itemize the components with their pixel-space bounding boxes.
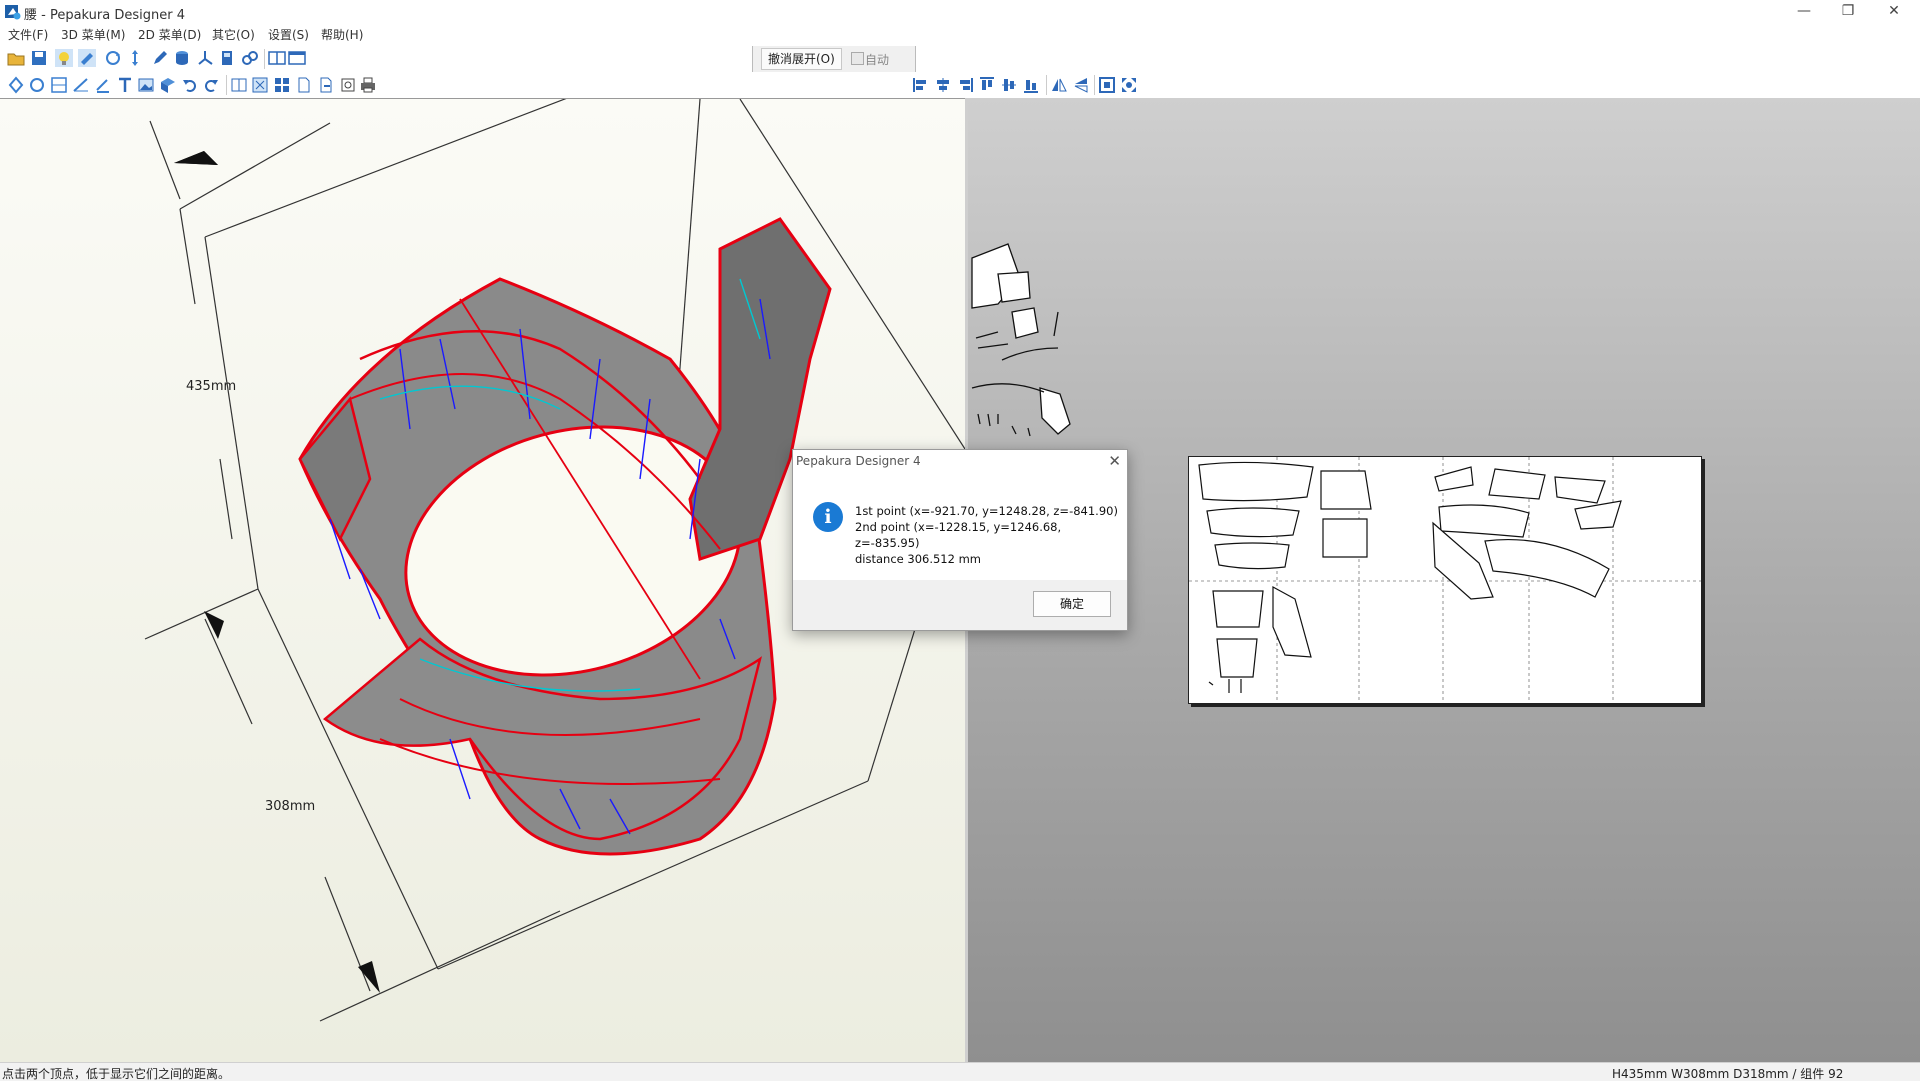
auto-checkbox[interactable] (851, 52, 864, 65)
print-preview-icon[interactable] (339, 76, 357, 94)
status-bar: 点击两个顶点，低于显示它们之间的距离。 H435mm W308mm D318mm… (0, 1062, 1920, 1081)
restore-button[interactable]: ❐ (1826, 0, 1870, 24)
link-icon[interactable] (241, 49, 259, 67)
toolbar-separator (1046, 75, 1047, 95)
distance-text: distance 306.512 mm (855, 552, 982, 566)
toolbar-2d (0, 72, 1920, 98)
paint-icon[interactable] (78, 49, 96, 67)
split-view-icon[interactable] (268, 49, 286, 67)
flip-v-icon[interactable] (1072, 76, 1090, 94)
single-view-icon[interactable] (288, 49, 306, 67)
toolbar-separator (1094, 75, 1095, 95)
toolbar-3d (0, 46, 752, 72)
print-icon[interactable] (359, 76, 377, 94)
menu-other[interactable]: 其它(O) (212, 26, 255, 43)
status-dimensions: H435mm W308mm D318mm / 组件 92 (1612, 1067, 1844, 1081)
undo-icon[interactable] (181, 76, 199, 94)
cancel-unfold-button[interactable]: 撤消展开(O) (761, 48, 842, 70)
minimize-button[interactable]: — (1782, 0, 1826, 24)
menu-bar: 文件(F) 3D 菜单(M) 2D 菜单(D) 其它(O) 设置(S) 帮助(H… (0, 24, 1920, 44)
width-dimension-label: 308mm (265, 799, 316, 814)
select-icon[interactable] (7, 76, 25, 94)
solid-icon[interactable] (173, 49, 191, 67)
zoom-fit-icon[interactable] (1098, 76, 1116, 94)
app-icon (5, 5, 21, 20)
texture-icon[interactable] (219, 49, 237, 67)
align-left-icon[interactable] (912, 76, 930, 94)
status-hint: 点击两个顶点，低于显示它们之间的距离。 (2, 1067, 231, 1081)
dimension-arrow (204, 611, 224, 639)
flip-h-icon[interactable] (1050, 76, 1068, 94)
height-dimension-label: 435mm (186, 379, 237, 394)
align-top-icon[interactable] (978, 76, 996, 94)
cut-icon[interactable] (94, 76, 112, 94)
page-icon[interactable] (295, 76, 313, 94)
dialog-footer: 确定 (793, 580, 1127, 630)
axis-icon[interactable] (196, 49, 214, 67)
window-title: 腰 - Pepakura Designer 4 (24, 8, 185, 23)
dimension-arrow (174, 151, 218, 165)
align-right-icon[interactable] (956, 76, 974, 94)
light-icon[interactable] (55, 49, 73, 67)
ok-button[interactable]: 确定 (1033, 591, 1111, 617)
fold-icon[interactable] (72, 76, 90, 94)
text-icon[interactable] (116, 76, 134, 94)
rotate-icon[interactable] (104, 49, 122, 67)
toolbar-separator (226, 75, 227, 95)
menu-2d[interactable]: 2D 菜单(D) (138, 26, 201, 43)
page-parts (1189, 457, 1701, 703)
menu-help[interactable]: 帮助(H) (321, 26, 363, 43)
dialog-title: Pepakura Designer 4 (796, 454, 921, 468)
menu-3d[interactable]: 3D 菜单(M) (61, 26, 125, 43)
align-bottom-icon[interactable] (1022, 76, 1040, 94)
edit-icon[interactable] (151, 49, 169, 67)
3d-model (298, 217, 832, 856)
fit-icon[interactable] (251, 76, 269, 94)
arrange-icon[interactable] (273, 76, 291, 94)
align-center-icon[interactable] (934, 76, 952, 94)
toolbar-separator (264, 49, 265, 69)
menu-settings[interactable]: 设置(S) (268, 26, 309, 43)
print-page[interactable] (1188, 456, 1702, 704)
info-icon: i (813, 502, 843, 532)
open-icon[interactable] (7, 49, 25, 67)
flap-icon[interactable] (159, 76, 177, 94)
title-bar: 腰 - Pepakura Designer 4 — ❐ ✕ (0, 0, 1920, 24)
dialog-close-button[interactable]: ✕ (1108, 452, 1121, 470)
export-icon[interactable] (317, 76, 335, 94)
menu-file[interactable]: 文件(F) (8, 26, 48, 43)
join-icon[interactable] (50, 76, 68, 94)
layout-icon[interactable] (230, 76, 248, 94)
zoom-parts-icon[interactable] (1120, 76, 1138, 94)
rotate-part-icon[interactable] (28, 76, 46, 94)
move-icon[interactable] (126, 49, 144, 67)
second-point-text: 2nd point (x=-1228.15, y=1246.68, z=-835… (855, 520, 1062, 550)
unfold-panel: 撤消展开(O) 自动 (752, 46, 916, 72)
image-icon[interactable] (137, 76, 155, 94)
redo-icon[interactable] (202, 76, 220, 94)
close-window-button[interactable]: ✕ (1872, 0, 1916, 24)
align-middle-icon[interactable] (1000, 76, 1018, 94)
measure-dialog: Pepakura Designer 4 ✕ i 1st point (x=-92… (792, 449, 1128, 631)
save-icon[interactable] (30, 49, 48, 67)
auto-label: 自动 (865, 53, 890, 67)
dialog-message: 1st point (x=-921.70, y=1248.28, z=-841.… (855, 503, 1127, 567)
first-point-text: 1st point (x=-921.70, y=1248.28, z=-841.… (855, 504, 1118, 518)
